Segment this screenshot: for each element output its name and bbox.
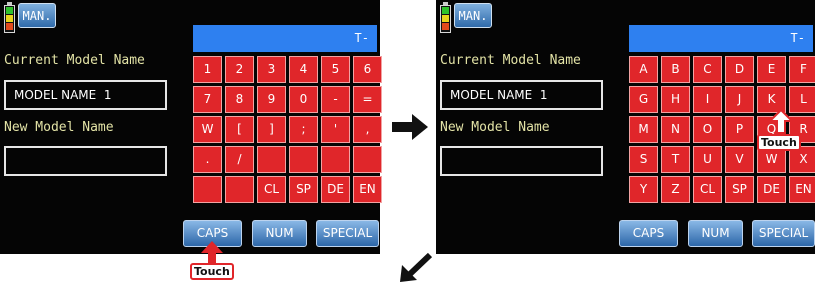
key-0[interactable]: 0	[289, 86, 318, 113]
key-a[interactable]: A	[629, 56, 658, 83]
key-5d[interactable]: ]	[257, 116, 286, 143]
key-3b[interactable]: ;	[289, 116, 318, 143]
key-9[interactable]: 9	[257, 86, 286, 113]
input-display: T-	[629, 25, 813, 52]
current-model-name-field: MODEL NAME 1	[4, 80, 167, 110]
key-t[interactable]: T	[661, 146, 690, 173]
key-6[interactable]: 6	[353, 56, 382, 83]
arrow-down-left-icon	[400, 252, 433, 282]
key-8[interactable]: 8	[225, 86, 254, 113]
current-model-name-label: Current Model Name	[440, 53, 581, 68]
touch-label: Touch	[190, 263, 234, 280]
key-1[interactable]: 1	[193, 56, 222, 83]
caps-button[interactable]: CAPS	[619, 220, 678, 247]
key-j[interactable]: J	[725, 86, 754, 113]
key-n[interactable]: N	[661, 116, 690, 143]
key-blank-20[interactable]	[257, 146, 286, 173]
key-m[interactable]: M	[629, 116, 658, 143]
key-2f[interactable]: /	[225, 146, 254, 173]
current-model-name-field: MODEL NAME 1	[440, 80, 603, 110]
key-blank-23[interactable]	[353, 146, 382, 173]
special-button[interactable]: SPECIAL	[316, 220, 379, 247]
touch-label: Touch	[757, 134, 801, 151]
current-model-name-label: Current Model Name	[4, 53, 145, 68]
key-g[interactable]: G	[629, 86, 658, 113]
key-b[interactable]: B	[661, 56, 690, 83]
key-5b[interactable]: [	[225, 116, 254, 143]
key-h[interactable]: H	[661, 86, 690, 113]
key-i[interactable]: I	[693, 86, 722, 113]
key-en[interactable]: EN	[789, 176, 815, 203]
key-o[interactable]: O	[693, 116, 722, 143]
key-4[interactable]: 4	[289, 56, 318, 83]
key--[interactable]: -	[321, 86, 350, 113]
key-e[interactable]: E	[757, 56, 786, 83]
keypad: 1 2 3 4 5 6 7 8 9 0- = W[]; ',. / CL SP DE EN	[193, 56, 382, 203]
man-button[interactable]: MAN.	[454, 3, 492, 28]
key-.[interactable]: .	[193, 146, 222, 173]
key-cl[interactable]: CL	[257, 176, 286, 203]
key-s[interactable]: S	[629, 146, 658, 173]
key-de[interactable]: DE	[757, 176, 786, 203]
new-model-name-field[interactable]	[4, 146, 167, 176]
battery-icon	[4, 2, 15, 33]
left-screen: MAN. Current Model Name MODEL NAME 1 New…	[0, 0, 382, 254]
key-blank-24[interactable]	[193, 176, 222, 203]
touch-arrow-icon	[767, 108, 795, 134]
key-c[interactable]: C	[693, 56, 722, 83]
new-model-name-field[interactable]	[440, 146, 603, 176]
key-sp[interactable]: SP	[289, 176, 318, 203]
key-5[interactable]: 5	[321, 56, 350, 83]
touch-callout-key-l: Touch	[757, 108, 807, 154]
key-en[interactable]: EN	[353, 176, 382, 203]
key-cl[interactable]: CL	[693, 176, 722, 203]
man-button[interactable]: MAN.	[18, 3, 56, 28]
key-2c[interactable]: ,	[353, 116, 382, 143]
key-p[interactable]: P	[725, 116, 754, 143]
key-blank-25[interactable]	[225, 176, 254, 203]
key-z[interactable]: Z	[661, 176, 690, 203]
num-button[interactable]: NUM	[252, 220, 307, 247]
key-2[interactable]: 2	[225, 56, 254, 83]
input-display: T-	[193, 25, 377, 52]
key-blank-22[interactable]	[321, 146, 350, 173]
key-'[interactable]: '	[321, 116, 350, 143]
special-button[interactable]: SPECIAL	[752, 220, 815, 247]
num-button[interactable]: NUM	[688, 220, 743, 247]
key-u[interactable]: U	[693, 146, 722, 173]
key-7[interactable]: 7	[193, 86, 222, 113]
touch-callout-caps: Touch	[180, 239, 240, 284]
key-v[interactable]: V	[725, 146, 754, 173]
key-d[interactable]: D	[725, 56, 754, 83]
key-de[interactable]: DE	[321, 176, 350, 203]
new-model-name-label: New Model Name	[440, 120, 550, 135]
key-sp[interactable]: SP	[725, 176, 754, 203]
key-f[interactable]: F	[789, 56, 815, 83]
key-blank-21[interactable]	[289, 146, 318, 173]
key-3[interactable]: 3	[257, 56, 286, 83]
key-y[interactable]: Y	[629, 176, 658, 203]
new-model-name-label: New Model Name	[4, 120, 114, 135]
battery-icon	[440, 2, 451, 33]
key-w[interactable]: W	[193, 116, 222, 143]
arrow-right-icon	[392, 114, 428, 140]
key-3d[interactable]: =	[353, 86, 382, 113]
